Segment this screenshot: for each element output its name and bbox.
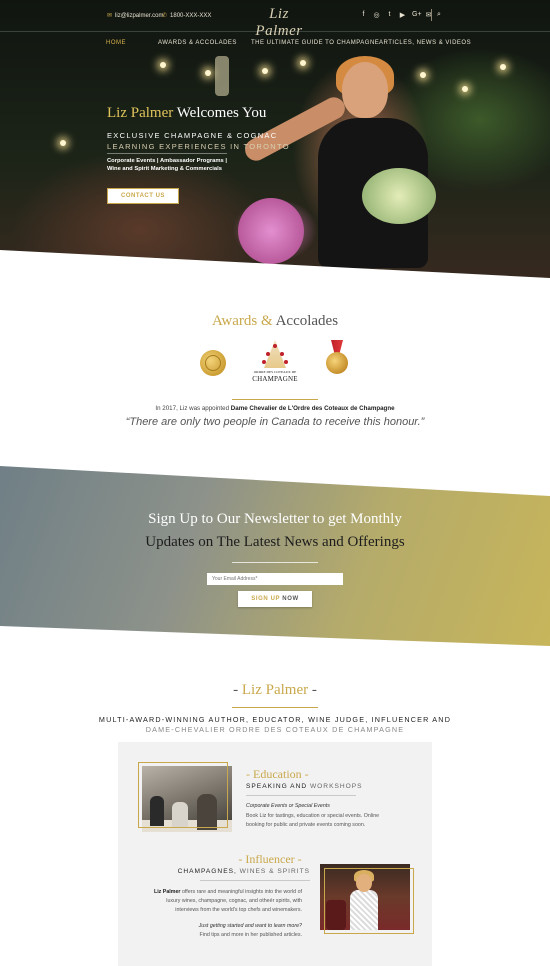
email-text: liz@lizpalmer.com — [115, 13, 164, 19]
about-tagline-2: DAME-CHEVALIER ORDRE DES COTEAUX DE CHAM… — [145, 725, 405, 734]
about-title: - Liz Palmer - — [0, 682, 550, 699]
phone-icon: ✆ — [162, 13, 168, 19]
newsletter-title-2: Updates on The Latest News and Offerings — [145, 534, 405, 550]
influencer-subtitle: CHAMPAGNES, WINES & SPIRITS — [160, 868, 310, 875]
hero-title-highlight: Liz Palmer — [107, 105, 174, 121]
hero-services-1: Corporate Events | Ambassador Programs | — [107, 158, 227, 164]
search-icon[interactable]: ⌕ — [437, 11, 441, 19]
awards-title: Awards & Accolades — [0, 313, 550, 330]
hero-title: Liz Palmer Welcomes You — [107, 105, 266, 122]
header-email[interactable]: ✉ liz@lizpalmer.com — [107, 12, 163, 19]
education-subtitle-bold: SPEAKING AND — [246, 783, 308, 790]
appointment-text: In 2017, Liz was appointed Dame Chevalie… — [0, 405, 550, 412]
divider — [431, 9, 432, 21]
sign-up-label: SIGN UP — [251, 596, 280, 602]
red-dot — [273, 344, 277, 348]
education-title[interactable]: - Education - — [246, 767, 309, 782]
nav-divider — [0, 31, 550, 32]
header-phone[interactable]: ✆ 1800-XXX-XXX — [162, 12, 211, 19]
influencer-photo-frame — [324, 868, 414, 934]
award-medal-icon — [326, 352, 348, 374]
nav-articles[interactable]: ARTICLES, NEWS & VIDEOS — [379, 40, 471, 46]
phone-text: 1800-XXX-XXX — [170, 13, 212, 19]
contact-us-button[interactable]: CONTACT US — [107, 188, 179, 204]
hero-subtitle-2: LEARNING EXPERIENCES IN TORONTO — [107, 142, 290, 151]
influencer-title[interactable]: - Influencer - — [220, 852, 320, 867]
influencer-subtitle-light: WINES & SPIRITS — [239, 868, 310, 875]
facebook-icon[interactable]: f — [360, 11, 367, 19]
site-logo[interactable]: Liz Palmer — [248, 6, 310, 40]
awards-title-rest: Accolades — [275, 313, 339, 329]
red-dot — [266, 352, 270, 356]
nav-home[interactable]: HOME — [106, 40, 126, 46]
influencer-body-text: offers rare and meaningful insights into… — [166, 889, 302, 913]
newsletter-title-1: Sign Up to Our Newsletter to get Monthly — [148, 511, 402, 527]
sign-up-label-now: NOW — [282, 596, 299, 602]
about-tagline-1: MULTI-AWARD-WINNING AUTHOR, EDUCATOR, WI… — [98, 715, 452, 724]
about-title-name: Liz Palmer — [241, 682, 309, 698]
education-italic: Corporate Events or Special Events — [246, 803, 330, 809]
top-bar: ✉ liz@lizpalmer.com ✆ 1800-XXX-XXX Liz Pal… — [0, 0, 550, 39]
hero-title-rest: Welcomes You — [176, 105, 267, 121]
awards-quote: “There are only two people in Canada to … — [125, 416, 425, 428]
education-divider — [246, 795, 356, 796]
newsletter-band — [0, 466, 550, 646]
envelope-icon: ✉ — [107, 13, 113, 19]
about-title-dash: - — [308, 682, 317, 698]
google-plus-icon[interactable]: G+ — [412, 11, 422, 19]
hero-services-2: Wine and Spirit Marketing & Commercials — [107, 166, 222, 172]
social-links: f ◎ t ▶ G+ ✉ — [360, 9, 432, 21]
education-body: Book Liz for tastings, education or spec… — [246, 813, 380, 828]
influencer-articles-link[interactable]: Find tips and more in her published arti… — [150, 932, 302, 938]
twitter-icon[interactable]: t — [386, 11, 393, 19]
appointment-title: Dame Chevalier de L'Ordre des Coteaux de… — [230, 405, 395, 412]
awards-divider — [232, 399, 318, 400]
red-dot — [284, 360, 288, 364]
education-subtitle-light: WORKSHOPS — [309, 783, 363, 790]
sign-up-button[interactable]: SIGN UP NOW — [238, 591, 312, 607]
ordre-small-text: ORDRE DES COTEAUX DE — [253, 370, 297, 374]
nav-awards[interactable]: AWARDS & ACCOLADES — [158, 40, 237, 46]
influencer-body-bold: Liz Palmer — [153, 889, 181, 895]
gold-medal-icon — [200, 350, 226, 376]
nav-champagne-guide[interactable]: THE ULTIMATE GUIDE TO CHAMPAGNE — [251, 40, 379, 46]
instagram-icon[interactable]: ◎ — [373, 11, 380, 19]
hero-divider — [107, 153, 227, 154]
awards-title-gold: Awards & — [211, 313, 273, 329]
education-photo-frame — [138, 762, 228, 828]
education-subtitle: SPEAKING AND WORKSHOPS — [246, 783, 363, 790]
hero-subtitle-1: EXCLUSIVE CHAMPAGNE & COGNAC — [107, 131, 278, 140]
influencer-subtitle-bold: CHAMPAGNES, — [177, 868, 237, 875]
about-divider — [232, 707, 318, 708]
influencer-body: Liz Palmer offers rare and meaningful in… — [150, 888, 302, 915]
about-title-dash: - — [233, 682, 242, 698]
newsletter-divider — [232, 562, 318, 563]
red-dot — [262, 360, 266, 364]
youtube-icon[interactable]: ▶ — [399, 11, 406, 19]
appointment-prefix: In 2017, Liz was appointed — [155, 405, 230, 412]
ordre-champagne-logo: ORDRE DES COTEAUX DE CHAMPAGNE — [250, 340, 300, 390]
influencer-italic: Just getting started and want to learn m… — [198, 923, 302, 929]
influencer-divider — [200, 880, 310, 881]
red-dot — [280, 352, 284, 356]
newsletter-email-input[interactable] — [207, 573, 343, 585]
ordre-big-text: CHAMPAGNE — [252, 375, 298, 383]
